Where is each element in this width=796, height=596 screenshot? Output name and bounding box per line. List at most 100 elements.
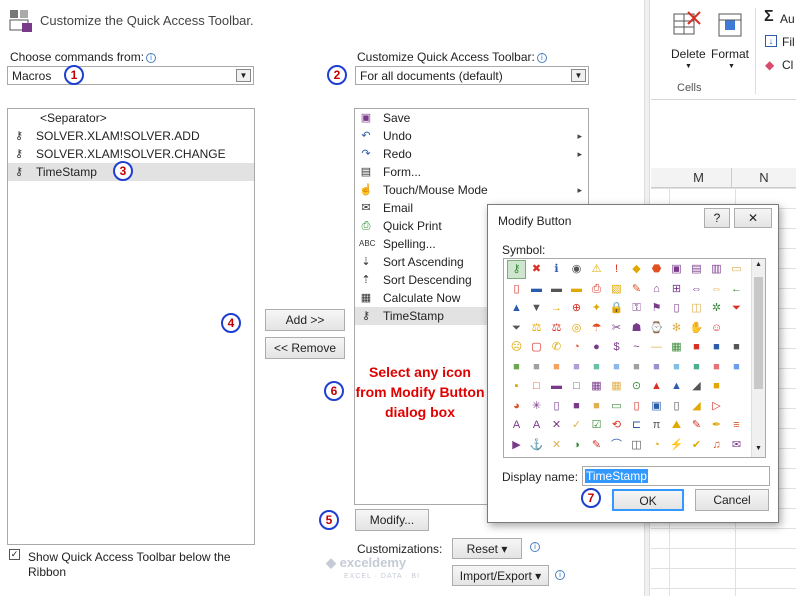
symbol-cell[interactable]: ▲ xyxy=(508,300,525,317)
symbol-cell[interactable]: ■ xyxy=(568,359,585,376)
symbol-cell[interactable]: ✎ xyxy=(588,437,605,454)
list-item[interactable]: ⚷ SOLVER.XLAM!SOLVER.ADD xyxy=(8,127,254,145)
symbol-cell[interactable]: ⛰ xyxy=(668,417,685,434)
symbol-cell[interactable]: ■ xyxy=(728,359,745,376)
symbol-cell[interactable]: ⚖ xyxy=(528,320,545,337)
format-label[interactable]: Format xyxy=(711,47,749,61)
close-button[interactable]: ✕ xyxy=(734,208,772,228)
symbol-cell[interactable]: 🔒 xyxy=(608,300,625,317)
symbol-cell[interactable]: ← xyxy=(728,281,745,298)
symbol-cell[interactable]: ⊙ xyxy=(628,378,645,395)
list-item[interactable]: <Separator> xyxy=(8,109,254,127)
symbol-cell[interactable]: ◢ xyxy=(688,378,705,395)
list-item[interactable]: ▤ Form... xyxy=(355,163,588,181)
symbol-cell[interactable]: ▢ xyxy=(528,339,545,356)
eraser-icon[interactable]: ◆ xyxy=(765,58,774,72)
autosum-label[interactable]: Au xyxy=(780,12,795,26)
symbol-cell[interactable]: ☗ xyxy=(628,320,645,337)
symbol-cell[interactable]: ▦ xyxy=(608,378,625,395)
symbol-cell[interactable]: ■ xyxy=(568,398,585,415)
symbol-cell[interactable]: ✲ xyxy=(708,300,725,317)
symbol-cell[interactable]: ✎ xyxy=(688,417,705,434)
symbol-cell[interactable]: A xyxy=(508,417,525,434)
symbol-cell[interactable]: ▧ xyxy=(608,281,625,298)
symbol-cell[interactable]: ⇔ xyxy=(708,281,725,298)
symbol-cell[interactable]: ◕ xyxy=(508,398,525,415)
symbol-cell[interactable]: ☹ xyxy=(508,339,525,356)
symbol-cell[interactable]: □ xyxy=(568,378,585,395)
symbol-cell[interactable]: ⚑ xyxy=(648,300,665,317)
delete-label[interactable]: Delete xyxy=(671,47,706,61)
symbol-cell[interactable]: ▣ xyxy=(668,261,685,278)
symbol-cell[interactable]: ▯ xyxy=(628,398,645,415)
list-item[interactable]: ⚷ SOLVER.XLAM!SOLVER.CHANGE xyxy=(8,145,254,163)
symbol-cell[interactable]: ⊞ xyxy=(668,281,685,298)
symbol-cell[interactable]: ⟲ xyxy=(608,417,625,434)
symbol-cell[interactable]: ▷ xyxy=(708,398,725,415)
symbol-cell[interactable]: ■ xyxy=(668,359,685,376)
symbol-cell[interactable]: ✉ xyxy=(728,437,745,454)
symbol-cell[interactable]: ⏷ xyxy=(728,300,745,317)
reset-button[interactable]: Reset ▾ xyxy=(452,538,522,559)
ok-button[interactable]: OK xyxy=(612,489,684,511)
list-item[interactable]: ▣ Save xyxy=(355,109,588,127)
symbol-cell[interactable]: ▯ xyxy=(668,398,685,415)
help-button[interactable]: ? xyxy=(704,208,730,228)
symbol-cell[interactable]: ✖ xyxy=(528,261,545,278)
symbol-cell[interactable]: ⊏ xyxy=(628,417,645,434)
symbol-cell[interactable]: ■ xyxy=(508,359,525,376)
symbol-cell[interactable]: ⌒ xyxy=(608,437,625,454)
symbol-cell[interactable]: ☑ xyxy=(588,417,605,434)
symbol-cell[interactable]: ◑ xyxy=(568,437,585,454)
symbol-cell[interactable] xyxy=(728,378,745,395)
symbol-cell[interactable]: □ xyxy=(528,378,545,395)
symbol-cell[interactable]: ■ xyxy=(708,378,725,395)
symbol-cell[interactable]: ✕ xyxy=(548,417,565,434)
symbol-cell[interactable]: ▦ xyxy=(668,339,685,356)
column-header-m[interactable]: M xyxy=(666,168,732,188)
symbol-cell[interactable]: ⏷ xyxy=(508,320,525,337)
symbol-cell[interactable]: ◫ xyxy=(628,437,645,454)
symbol-cell[interactable]: ◆ xyxy=(628,261,645,278)
symbol-cell[interactable]: ● xyxy=(588,339,605,356)
column-header-n[interactable]: N xyxy=(732,168,796,188)
symbol-cell[interactable]: ✎ xyxy=(628,281,645,298)
symbol-cell[interactable]: ◔ xyxy=(648,437,665,454)
symbol-cell[interactable]: ■ xyxy=(708,339,725,356)
symbol-cell[interactable] xyxy=(728,398,745,415)
display-name-input[interactable]: TimeStamp xyxy=(582,466,770,486)
symbol-cell[interactable]: ⌂ xyxy=(648,281,665,298)
fill-icon[interactable]: ↓ xyxy=(765,35,777,47)
symbol-cell[interactable]: ⚷ xyxy=(507,260,526,279)
symbol-cell[interactable]: ✳ xyxy=(528,398,545,415)
symbol-cell[interactable]: ⚠ xyxy=(588,261,605,278)
symbol-cell[interactable]: ⇔ xyxy=(688,281,705,298)
list-item[interactable]: ↶ Undo ▸ xyxy=(355,127,588,145)
symbol-cell[interactable]: ▭ xyxy=(608,398,625,415)
symbol-cell[interactable]: ≡ xyxy=(728,417,745,434)
symbol-cell[interactable]: ⬣ xyxy=(648,261,665,278)
symbol-cell[interactable]: ■ xyxy=(688,359,705,376)
symbol-cell[interactable]: ✦ xyxy=(588,300,605,317)
list-item[interactable]: ↷ Redo ▸ xyxy=(355,145,588,163)
chevron-down-icon[interactable]: ▼ xyxy=(728,63,735,70)
symbol-cell[interactable]: ✔ xyxy=(688,437,705,454)
symbol-cell[interactable]: ⚓ xyxy=(528,437,545,454)
symbol-grid[interactable]: ⚷ ✖ ℹ ◉ ⚠! ◆ ⬣ ▣ ▤ ▥ ▭ ▯ ▬ ▬ ▬ ⎙ ▧ ✎ ⌂ ⊞ ⇔ ⇔ ← ▲ ▼ → ⊕ ✦ 🔒 ⚿ ⚑ ▯ ◫ ✲ ⏷ ⏷ ⚖ ⚖ ◎… xyxy=(503,258,766,458)
cancel-button[interactable]: Cancel xyxy=(695,489,769,511)
symbol-cell[interactable]: π xyxy=(648,417,665,434)
customize-qat-dropdown[interactable]: For all documents (default) ▼ xyxy=(355,66,589,85)
symbol-cell[interactable]: ▥ xyxy=(708,261,725,278)
symbol-cell[interactable]: ✕ xyxy=(548,437,565,454)
symbol-cell[interactable]: ■ xyxy=(548,359,565,376)
symbol-cell[interactable]: ■ xyxy=(728,339,745,356)
symbol-cell[interactable]: ⌚ xyxy=(648,320,665,337)
symbol-cell[interactable]: ⎙ xyxy=(588,281,605,298)
scroll-down-icon[interactable]: ▼ xyxy=(755,445,762,452)
symbol-cell[interactable]: ▤ xyxy=(688,261,705,278)
symbol-cell[interactable]: ☺ xyxy=(708,320,725,337)
scroll-thumb[interactable] xyxy=(754,277,763,389)
symbol-cell[interactable]: ✒ xyxy=(708,417,725,434)
symbol-cell[interactable]: ■ xyxy=(588,359,605,376)
symbol-cell[interactable]: ▬ xyxy=(528,281,545,298)
